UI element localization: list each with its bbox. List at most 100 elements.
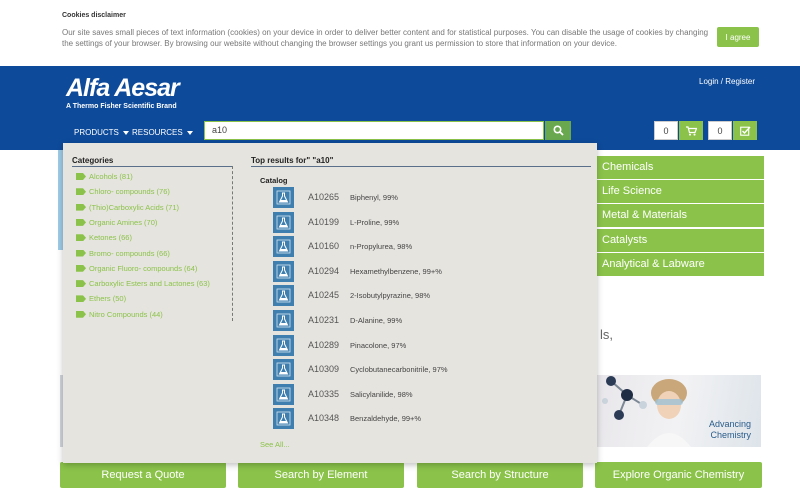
product-result[interactable]: A10265 Biphenyl, 99% [273,187,573,208]
category-catalysts[interactable]: Catalysts [597,229,764,252]
divider [72,166,232,167]
cart-button[interactable] [679,121,703,140]
product-name: 2-Isobutylpyrazine, 98% [350,291,431,301]
tag-icon [76,295,86,303]
category-suggestion[interactable]: Chloro- compounds (76) [76,187,170,196]
category-suggestion[interactable]: Ketones (66) [76,233,132,242]
tag-icon [76,218,86,226]
flask-icon [273,211,294,233]
login-register-link[interactable]: Login / Register [699,77,755,86]
product-name: Cyclobutanecarbonitrile, 97% [350,365,448,375]
search-icon [552,125,564,136]
scientist-image [647,379,691,447]
category-suggestion-label: Nitro Compounds (44) [89,309,163,319]
logo[interactable]: Alfa Aesar [66,74,180,103]
flask-icon [273,383,294,405]
product-name: Hexamethylbenzene, 99+% [350,266,442,276]
nav-products-label: PRODUCTS [74,128,119,137]
search-input[interactable]: a10 [204,121,544,140]
tag-icon [76,310,86,318]
flask-icon [273,260,294,282]
category-suggestion[interactable]: Organic Amines (70) [76,218,157,227]
promo-text-line-2: Chemistry [710,430,751,440]
category-suggestion[interactable]: Nitro Compounds (44) [76,310,163,319]
tag-icon [76,249,86,257]
caret-down-icon [122,130,129,135]
categories-heading: Categories [72,156,114,165]
promo-text: Advancing Chemistry [709,419,751,441]
product-id: A10309 [308,364,340,375]
product-id: A10348 [308,413,340,424]
category-suggestion-label: Organic Fluoro- compounds (64) [89,263,198,273]
product-name: Benzaldehyde, 99+% [350,414,422,424]
product-id: A10199 [308,216,340,227]
category-suggestion-label: Organic Amines (70) [89,217,158,227]
flask-icon [273,187,294,208]
search-button[interactable] [545,121,571,140]
promo-text-line-1: Advancing [708,419,751,429]
flask-icon [273,359,294,381]
nav-resources[interactable]: RESOURCES [132,128,193,137]
category-suggestion[interactable]: Ethers (50) [76,294,126,303]
column-separator [232,166,233,321]
product-id: A10294 [308,265,340,276]
product-result[interactable]: A10231 D-Alanine, 99% [273,310,573,331]
check-square-icon [739,126,751,136]
flask-icon [273,285,294,307]
checklist-count: 0 [708,121,732,140]
category-suggestion[interactable]: Organic Fluoro- compounds (64) [76,264,197,273]
product-result[interactable]: A10245 2-Isobutylpyrazine, 98% [273,285,573,307]
flask-icon [273,310,294,331]
nav-products[interactable]: PRODUCTS [74,128,129,137]
request-quote-button[interactable]: Request a Quote [60,462,226,488]
category-suggestion[interactable]: Carboxylic Esters and Lactones (63) [76,279,210,288]
category-suggestion-label: Bromo- compounds (66) [89,248,170,258]
cookie-text: Our site saves small pieces of text info… [62,28,709,48]
product-name: Pinacolone, 97% [350,340,407,350]
product-result[interactable]: A10160 n-Propylurea, 98% [273,236,573,258]
flask-icon [273,408,294,430]
product-result[interactable]: A10294 Hexamethylbenzene, 99+% [273,260,573,282]
category-suggestion[interactable]: Bromo- compounds (66) [76,249,170,258]
see-all-link[interactable]: See All... [260,440,290,449]
product-id: A10245 [308,290,340,301]
checklist-button[interactable] [733,121,757,140]
agree-button[interactable]: I agree [717,27,759,47]
category-suggestion[interactable]: Alcohols (81) [76,172,133,181]
product-result[interactable]: A10309 Cyclobutanecarbonitrile, 97% [273,359,573,381]
product-result[interactable]: A10348 Benzaldehyde, 99+% [273,408,573,430]
product-result[interactable]: A10199 L-Proline, 99% [273,211,573,233]
product-result[interactable]: A10289 Pinacolone, 97% [273,334,573,356]
category-metal-materials[interactable]: Metal & Materials [597,204,764,227]
category-suggestion-label: Alcohols (81) [89,172,133,181]
category-suggestion[interactable]: (Thio)Carboxylic Acids (71) [76,203,179,212]
partial-text: ls, [600,327,613,342]
search-by-structure-button[interactable]: Search by Structure [417,462,583,488]
results-heading: Top results for" "a10" [251,156,334,165]
nav-resources-label: RESOURCES [132,128,183,137]
category-analytical-labware[interactable]: Analytical & Labware [597,253,764,276]
search-by-element-button[interactable]: Search by Element [238,462,404,488]
product-id: A10160 [308,241,340,252]
cart-icon [685,125,697,136]
category-chemicals[interactable]: Chemicals [597,156,764,179]
product-result[interactable]: A10335 Salicylanilide, 98% [273,383,573,405]
flask-icon [273,334,294,356]
category-life-science[interactable]: Life Science [597,180,764,203]
product-id: A10231 [308,315,340,325]
tag-icon [76,188,86,196]
product-name: D-Alanine, 99% [350,316,403,325]
category-suggestion-label: Carboxylic Esters and Lactones (63) [89,279,210,289]
caret-down-icon [186,130,193,135]
explore-organic-chemistry-button[interactable]: Explore Organic Chemistry [595,462,762,488]
tag-icon [76,173,86,180]
promo-banner[interactable]: Advancing Chemistry [597,375,761,447]
category-suggestion-label: Ketones (66) [89,233,132,243]
tag-icon [76,234,86,242]
category-suggestion-label: (Thio)Carboxylic Acids (71) [89,202,180,212]
product-id: A10335 [308,388,340,399]
category-suggestion-label: Chloro- compounds (76) [89,187,170,197]
product-name: Biphenyl, 99% [350,193,398,202]
cookie-banner: Cookies disclaimer Our site saves small … [0,0,800,66]
product-id: A10289 [308,339,340,350]
